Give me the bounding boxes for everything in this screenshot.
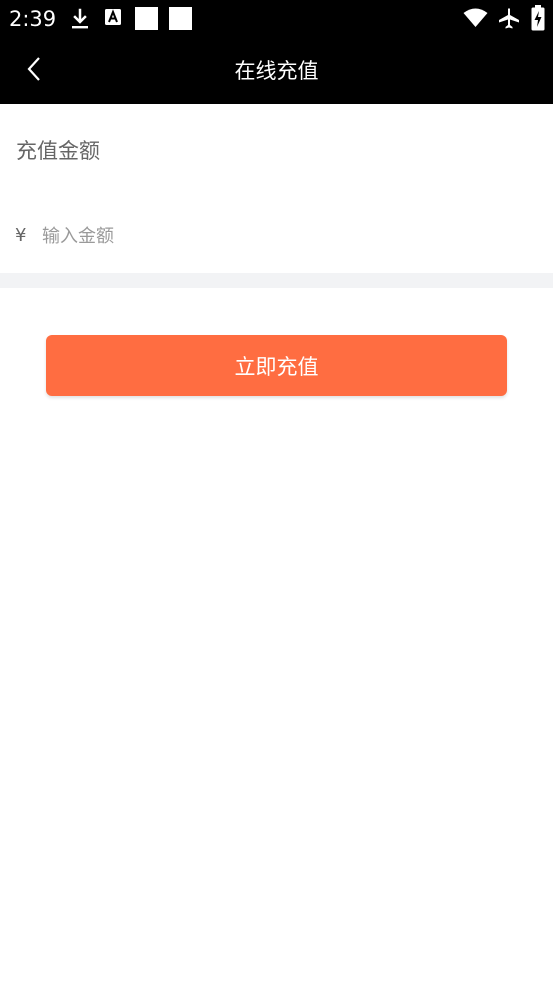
status-bar: 2:39 (0, 0, 553, 38)
recharge-amount-label: 充值金额 (16, 139, 100, 163)
wifi-icon (463, 8, 488, 32)
a-notification-icon (104, 7, 124, 33)
white-square-icon (135, 7, 158, 30)
recharge-amount-section: 充值金额 ¥ (0, 104, 553, 273)
battery-charging-icon (531, 5, 545, 35)
currency-symbol: ¥ (15, 225, 27, 246)
download-icon (68, 7, 92, 35)
airplane-icon (497, 6, 521, 34)
page-title: 在线充值 (234, 59, 319, 83)
app-header: 在线充值 (0, 38, 553, 104)
status-time: 2:39 (9, 7, 57, 31)
section-divider (0, 273, 553, 288)
recharge-now-button[interactable]: 立即充值 (46, 335, 507, 396)
white-square-icon (169, 7, 192, 30)
amount-input[interactable] (40, 218, 530, 254)
